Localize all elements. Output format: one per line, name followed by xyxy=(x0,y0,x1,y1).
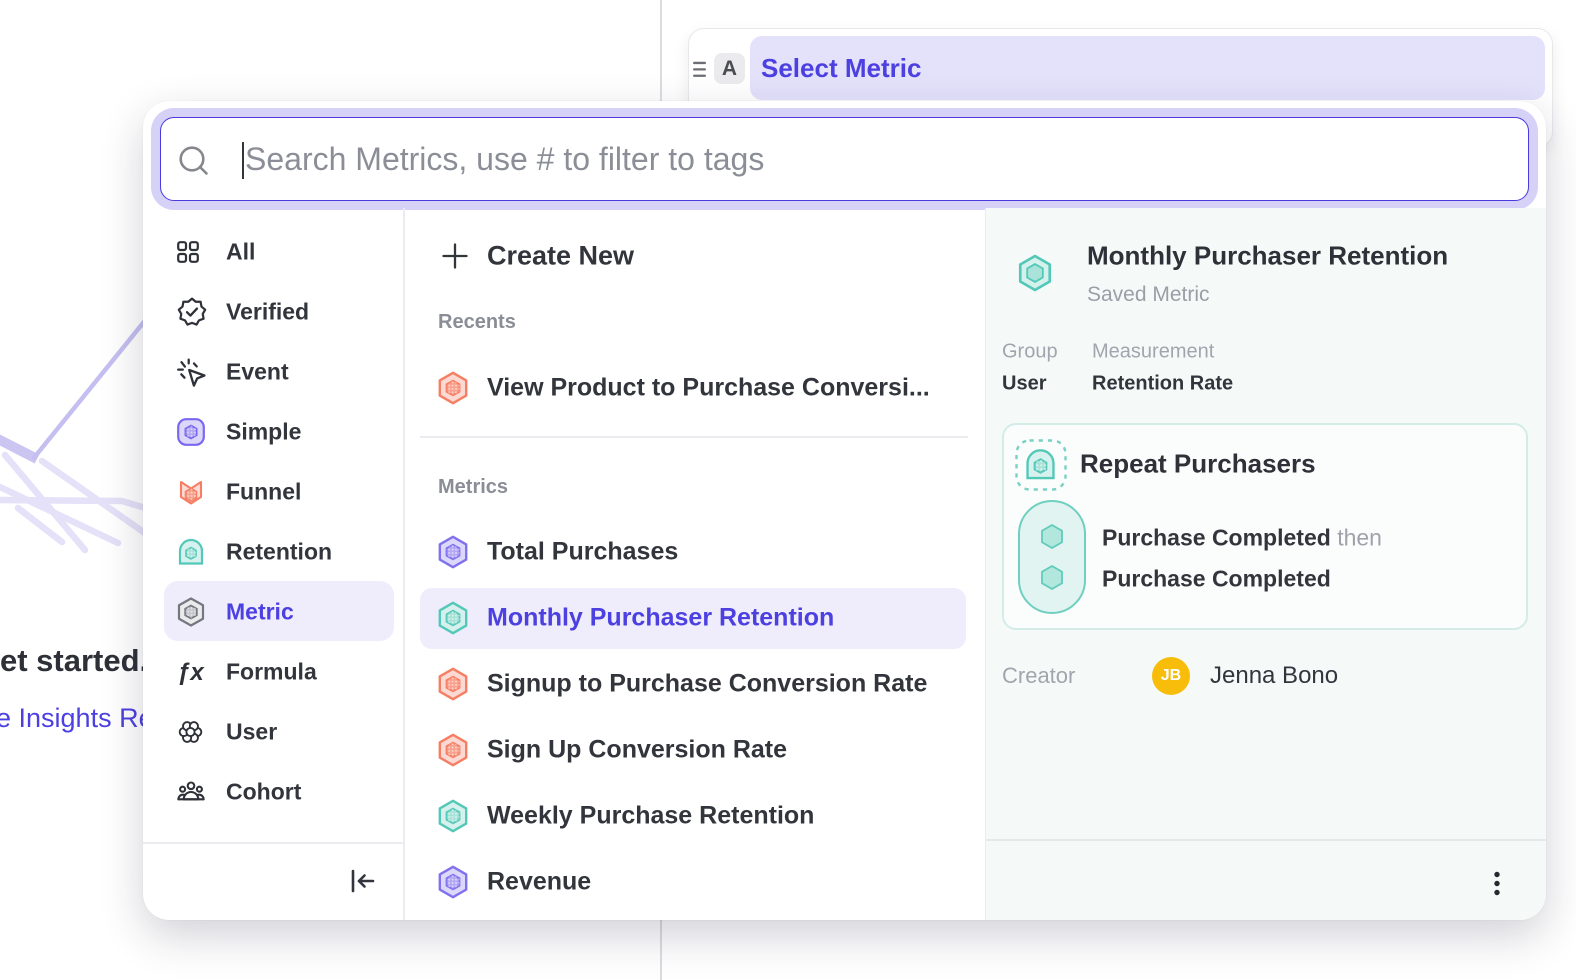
svg-text:ƒx: ƒx xyxy=(177,659,205,685)
